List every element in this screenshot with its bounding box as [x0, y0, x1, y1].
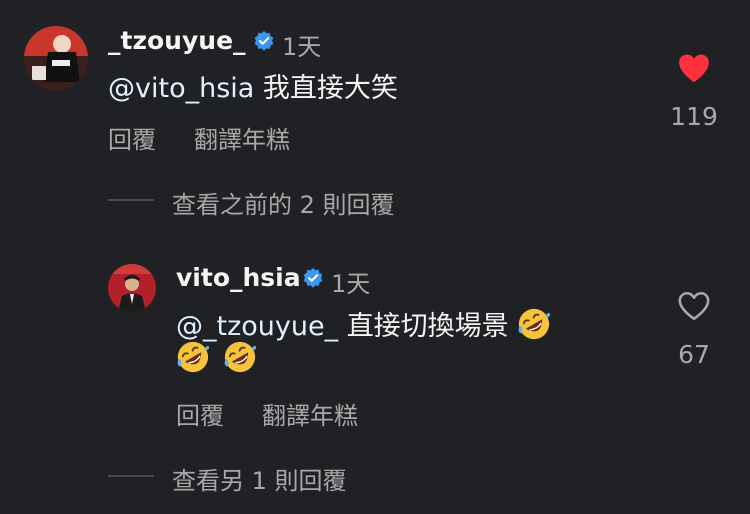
comment-thread: _tzouyue_ 1天 @vito_hsia 我直接大笑 回覆 翻譯年糕 11… — [0, 0, 750, 514]
comment-translate-button[interactable]: 翻譯年糕 — [194, 120, 290, 155]
reply-username[interactable]: vito_hsia — [176, 263, 301, 292]
reply-text: @_tzouyue_ 直接切換場景 — [176, 304, 551, 343]
comment-timestamp: 1天 — [282, 33, 322, 61]
comment-text: @vito_hsia 我直接大笑 — [108, 66, 398, 105]
reply-like-count: 67 — [678, 340, 710, 369]
heart-outline-icon[interactable] — [677, 290, 711, 322]
comment-reply-button[interactable]: 回覆 — [108, 120, 156, 155]
reply-reply-button[interactable]: 回覆 — [176, 396, 224, 431]
reply-body: 直接切換場景 — [346, 311, 509, 342]
heart-filled-icon[interactable] — [677, 52, 711, 84]
comment-mention[interactable]: @vito_hsia — [108, 73, 254, 104]
reply-timestamp: 1天 — [331, 270, 371, 298]
avatar-tzouyue[interactable] — [24, 26, 88, 90]
comment-like-count: 119 — [670, 102, 718, 131]
avatar-vito-hsia[interactable] — [108, 264, 156, 312]
reply-emoji-row — [176, 340, 257, 374]
comment-body: 我直接大笑 — [262, 73, 398, 104]
reply-mention[interactable]: @_tzouyue_ — [176, 311, 338, 342]
verified-badge-icon — [254, 30, 274, 51]
thread-divider — [108, 199, 154, 201]
thread-divider — [108, 475, 154, 477]
rofl-emoji-icon — [177, 341, 210, 373]
verified-badge-icon — [303, 267, 323, 288]
reply-translate-button[interactable]: 翻譯年糕 — [262, 396, 358, 431]
rofl-emoji-icon — [518, 308, 551, 340]
view-previous-replies-button[interactable]: 查看之前的 2 則回覆 — [172, 185, 395, 220]
comment-username[interactable]: _tzouyue_ — [108, 26, 246, 55]
view-more-replies-button[interactable]: 查看另 1 則回覆 — [172, 461, 347, 496]
rofl-emoji-icon — [224, 341, 257, 373]
